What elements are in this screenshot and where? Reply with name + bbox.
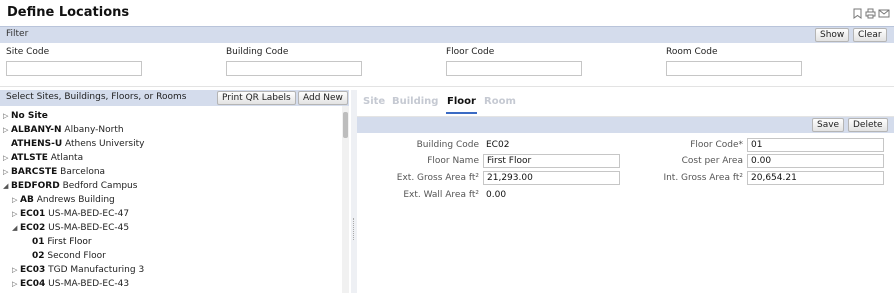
- tab-building[interactable]: Building: [392, 96, 438, 107]
- tree-panel-title: Select Sites, Buildings, Floors, or Room…: [6, 92, 187, 102]
- room-code-label: Room Code: [666, 47, 718, 57]
- floor-code-field[interactable]: 01: [747, 138, 884, 152]
- tree-item-ec04[interactable]: ▷ EC04 US-MA-BED-EC-43: [12, 277, 129, 291]
- expand-icon[interactable]: ▷: [3, 109, 11, 123]
- collapse-icon[interactable]: ◢: [3, 179, 11, 193]
- filter-fields: Site Code Building Code Floor Code Room …: [0, 43, 894, 87]
- building-code-field-label: Building Code: [416, 140, 479, 150]
- int-gross-area-field[interactable]: 20,654.21: [747, 171, 884, 185]
- building-code-input[interactable]: [226, 61, 362, 76]
- scrollbar-thumb[interactable]: [343, 112, 348, 138]
- add-new-button[interactable]: Add New: [298, 91, 348, 105]
- location-tree-panel: Select Sites, Buildings, Floors, or Room…: [0, 90, 349, 293]
- building-code-filter: Building Code: [226, 47, 362, 76]
- save-button[interactable]: Save: [812, 118, 845, 132]
- floor-name-row: Floor Name First Floor Cost per Area 0.0…: [357, 154, 894, 169]
- room-code-input[interactable]: [666, 61, 802, 76]
- tree-item-albany-n[interactable]: ▷ ALBANY-N Albany-North: [3, 123, 124, 137]
- wall-area-row: Ext. Wall Area ft² 0.00: [357, 188, 894, 203]
- int-gross-area-field-label: Int. Gross Area ft²: [663, 173, 743, 183]
- expand-icon[interactable]: ▷: [12, 193, 20, 207]
- site-code-input[interactable]: [6, 61, 142, 76]
- tree-item-floor-01[interactable]: 01 First Floor: [24, 235, 92, 249]
- tab-room[interactable]: Room: [484, 96, 516, 107]
- bookmark-icon[interactable]: [852, 8, 862, 19]
- tab-floor[interactable]: Floor: [446, 96, 477, 114]
- floor-code-filter: Floor Code: [446, 47, 582, 76]
- floor-name-field[interactable]: First Floor: [483, 154, 620, 168]
- filter-label: Filter: [6, 29, 29, 39]
- site-code-label: Site Code: [6, 47, 50, 57]
- tree-item-athens-u[interactable]: ATHENS-U Athens University: [3, 137, 144, 151]
- cost-per-area-field-label: Cost per Area: [681, 156, 743, 166]
- tree-item-no-site[interactable]: ▷ No Site: [3, 109, 48, 123]
- email-icon[interactable]: [878, 8, 890, 19]
- tree-item-ec02[interactable]: ◢ EC02 US-MA-BED-EC-45: [12, 221, 129, 235]
- location-detail-panel: Site Building Floor Room Save Delete Bui…: [357, 90, 894, 293]
- floor-name-field-label: Floor Name: [427, 156, 479, 166]
- building-code-row: Building Code EC02 Floor Code* 01: [357, 138, 894, 153]
- title-actions: [852, 8, 890, 19]
- location-type-tabs: Site Building Floor Room: [357, 90, 894, 117]
- splitter-grip-icon[interactable]: [353, 218, 355, 240]
- cost-per-area-field[interactable]: 0.00: [747, 154, 884, 168]
- tree-item-ab[interactable]: ▷ AB Andrews Building: [12, 193, 115, 207]
- filter-bar: Filter Show Clear: [0, 26, 894, 43]
- delete-button[interactable]: Delete: [848, 118, 888, 132]
- tree-item-bedford[interactable]: ◢ BEDFORD Bedford Campus: [3, 179, 137, 193]
- tree-item-floor-02[interactable]: 02 Second Floor: [24, 249, 106, 263]
- room-code-filter: Room Code: [666, 47, 802, 76]
- floor-code-label: Floor Code: [446, 47, 495, 57]
- ext-gross-area-field-label: Ext. Gross Area ft²: [396, 173, 479, 183]
- ext-gross-area-field[interactable]: 21,293.00: [483, 171, 620, 185]
- tree-panel-header: Select Sites, Buildings, Floors, or Room…: [0, 90, 349, 106]
- building-code-label: Building Code: [226, 47, 289, 57]
- ext-wall-area-field-label: Ext. Wall Area ft²: [403, 190, 479, 200]
- gross-area-row: Ext. Gross Area ft² 21,293.00 Int. Gross…: [357, 171, 894, 186]
- building-code-value: EC02: [486, 140, 510, 150]
- clear-button[interactable]: Clear: [853, 28, 887, 42]
- floor-code-input[interactable]: [446, 61, 582, 76]
- page-title: Define Locations: [7, 5, 130, 20]
- expand-icon[interactable]: ▷: [3, 151, 11, 165]
- tree-item-ec03[interactable]: ▷ EC03 TGD Manufacturing 3: [12, 263, 144, 277]
- collapse-icon[interactable]: ◢: [12, 221, 20, 235]
- site-code-filter: Site Code: [6, 47, 142, 76]
- tree-item-barcste[interactable]: ▷ BARCSTE Barcelona: [3, 165, 105, 179]
- tree-scrollbar[interactable]: [342, 106, 349, 293]
- print-icon[interactable]: [865, 8, 876, 19]
- expand-icon[interactable]: ▷: [12, 263, 20, 277]
- detail-toolbar: Save Delete: [357, 117, 894, 133]
- tree-item-ec01[interactable]: ▷ EC01 US-MA-BED-EC-47: [12, 207, 129, 221]
- expand-icon[interactable]: ▷: [12, 277, 20, 291]
- floor-code-field-label: Floor Code*: [690, 140, 743, 150]
- expand-icon[interactable]: ▷: [3, 123, 11, 137]
- expand-icon[interactable]: ▷: [12, 207, 20, 221]
- title-bar: Define Locations: [0, 0, 894, 26]
- print-qr-labels-button[interactable]: Print QR Labels: [217, 91, 296, 105]
- tree-item-atlste[interactable]: ▷ ATLSTE Atlanta: [3, 151, 83, 165]
- expand-icon[interactable]: ▷: [3, 165, 11, 179]
- ext-wall-area-value: 0.00: [486, 190, 507, 200]
- show-button[interactable]: Show: [815, 28, 850, 42]
- tab-site[interactable]: Site: [363, 96, 385, 107]
